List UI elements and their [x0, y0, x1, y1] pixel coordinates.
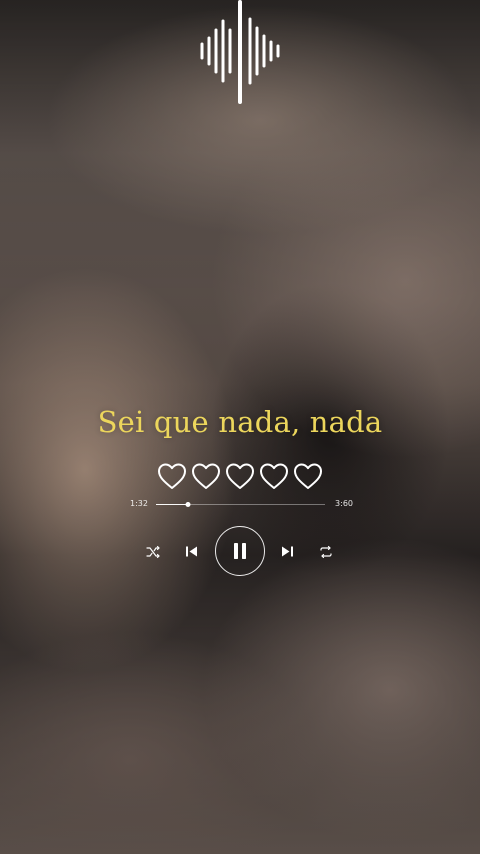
music-player-screen: Sei que nada, nada 1:32 3:60 [0, 0, 480, 854]
playback-controls [140, 524, 340, 578]
playback-progress[interactable]: 1:32 3:60 [123, 497, 357, 513]
repeat-icon [320, 545, 332, 559]
pause-button[interactable] [215, 526, 265, 576]
repeat-button[interactable] [318, 544, 334, 560]
heart-icon[interactable] [258, 460, 290, 492]
next-track-icon [282, 546, 293, 557]
heart-icon[interactable] [156, 460, 188, 492]
heart-icon[interactable] [224, 460, 256, 492]
total-time: 3:60 [335, 499, 353, 508]
heart-icon[interactable] [292, 460, 324, 492]
heart-outline [226, 463, 254, 489]
song-lyric: Sei que nada, nada [97, 405, 383, 439]
previous-button[interactable] [184, 544, 199, 559]
previous-track-icon [186, 546, 197, 557]
heart-outline [260, 463, 288, 489]
shuffle-icon [146, 545, 160, 559]
progress-track[interactable] [156, 502, 325, 507]
progress-thumb[interactable] [185, 502, 191, 507]
shuffle-button[interactable] [145, 544, 161, 560]
heart-rating[interactable] [156, 460, 324, 500]
next-button[interactable] [280, 544, 295, 559]
pause-icon [234, 543, 246, 559]
heart-outline [192, 463, 220, 489]
soundwave-icon [200, 0, 280, 104]
current-time: 1:32 [130, 499, 148, 508]
heart-outline [158, 463, 186, 489]
progress-played [156, 504, 189, 505]
heart-outline [294, 463, 322, 489]
heart-icon[interactable] [190, 460, 222, 492]
